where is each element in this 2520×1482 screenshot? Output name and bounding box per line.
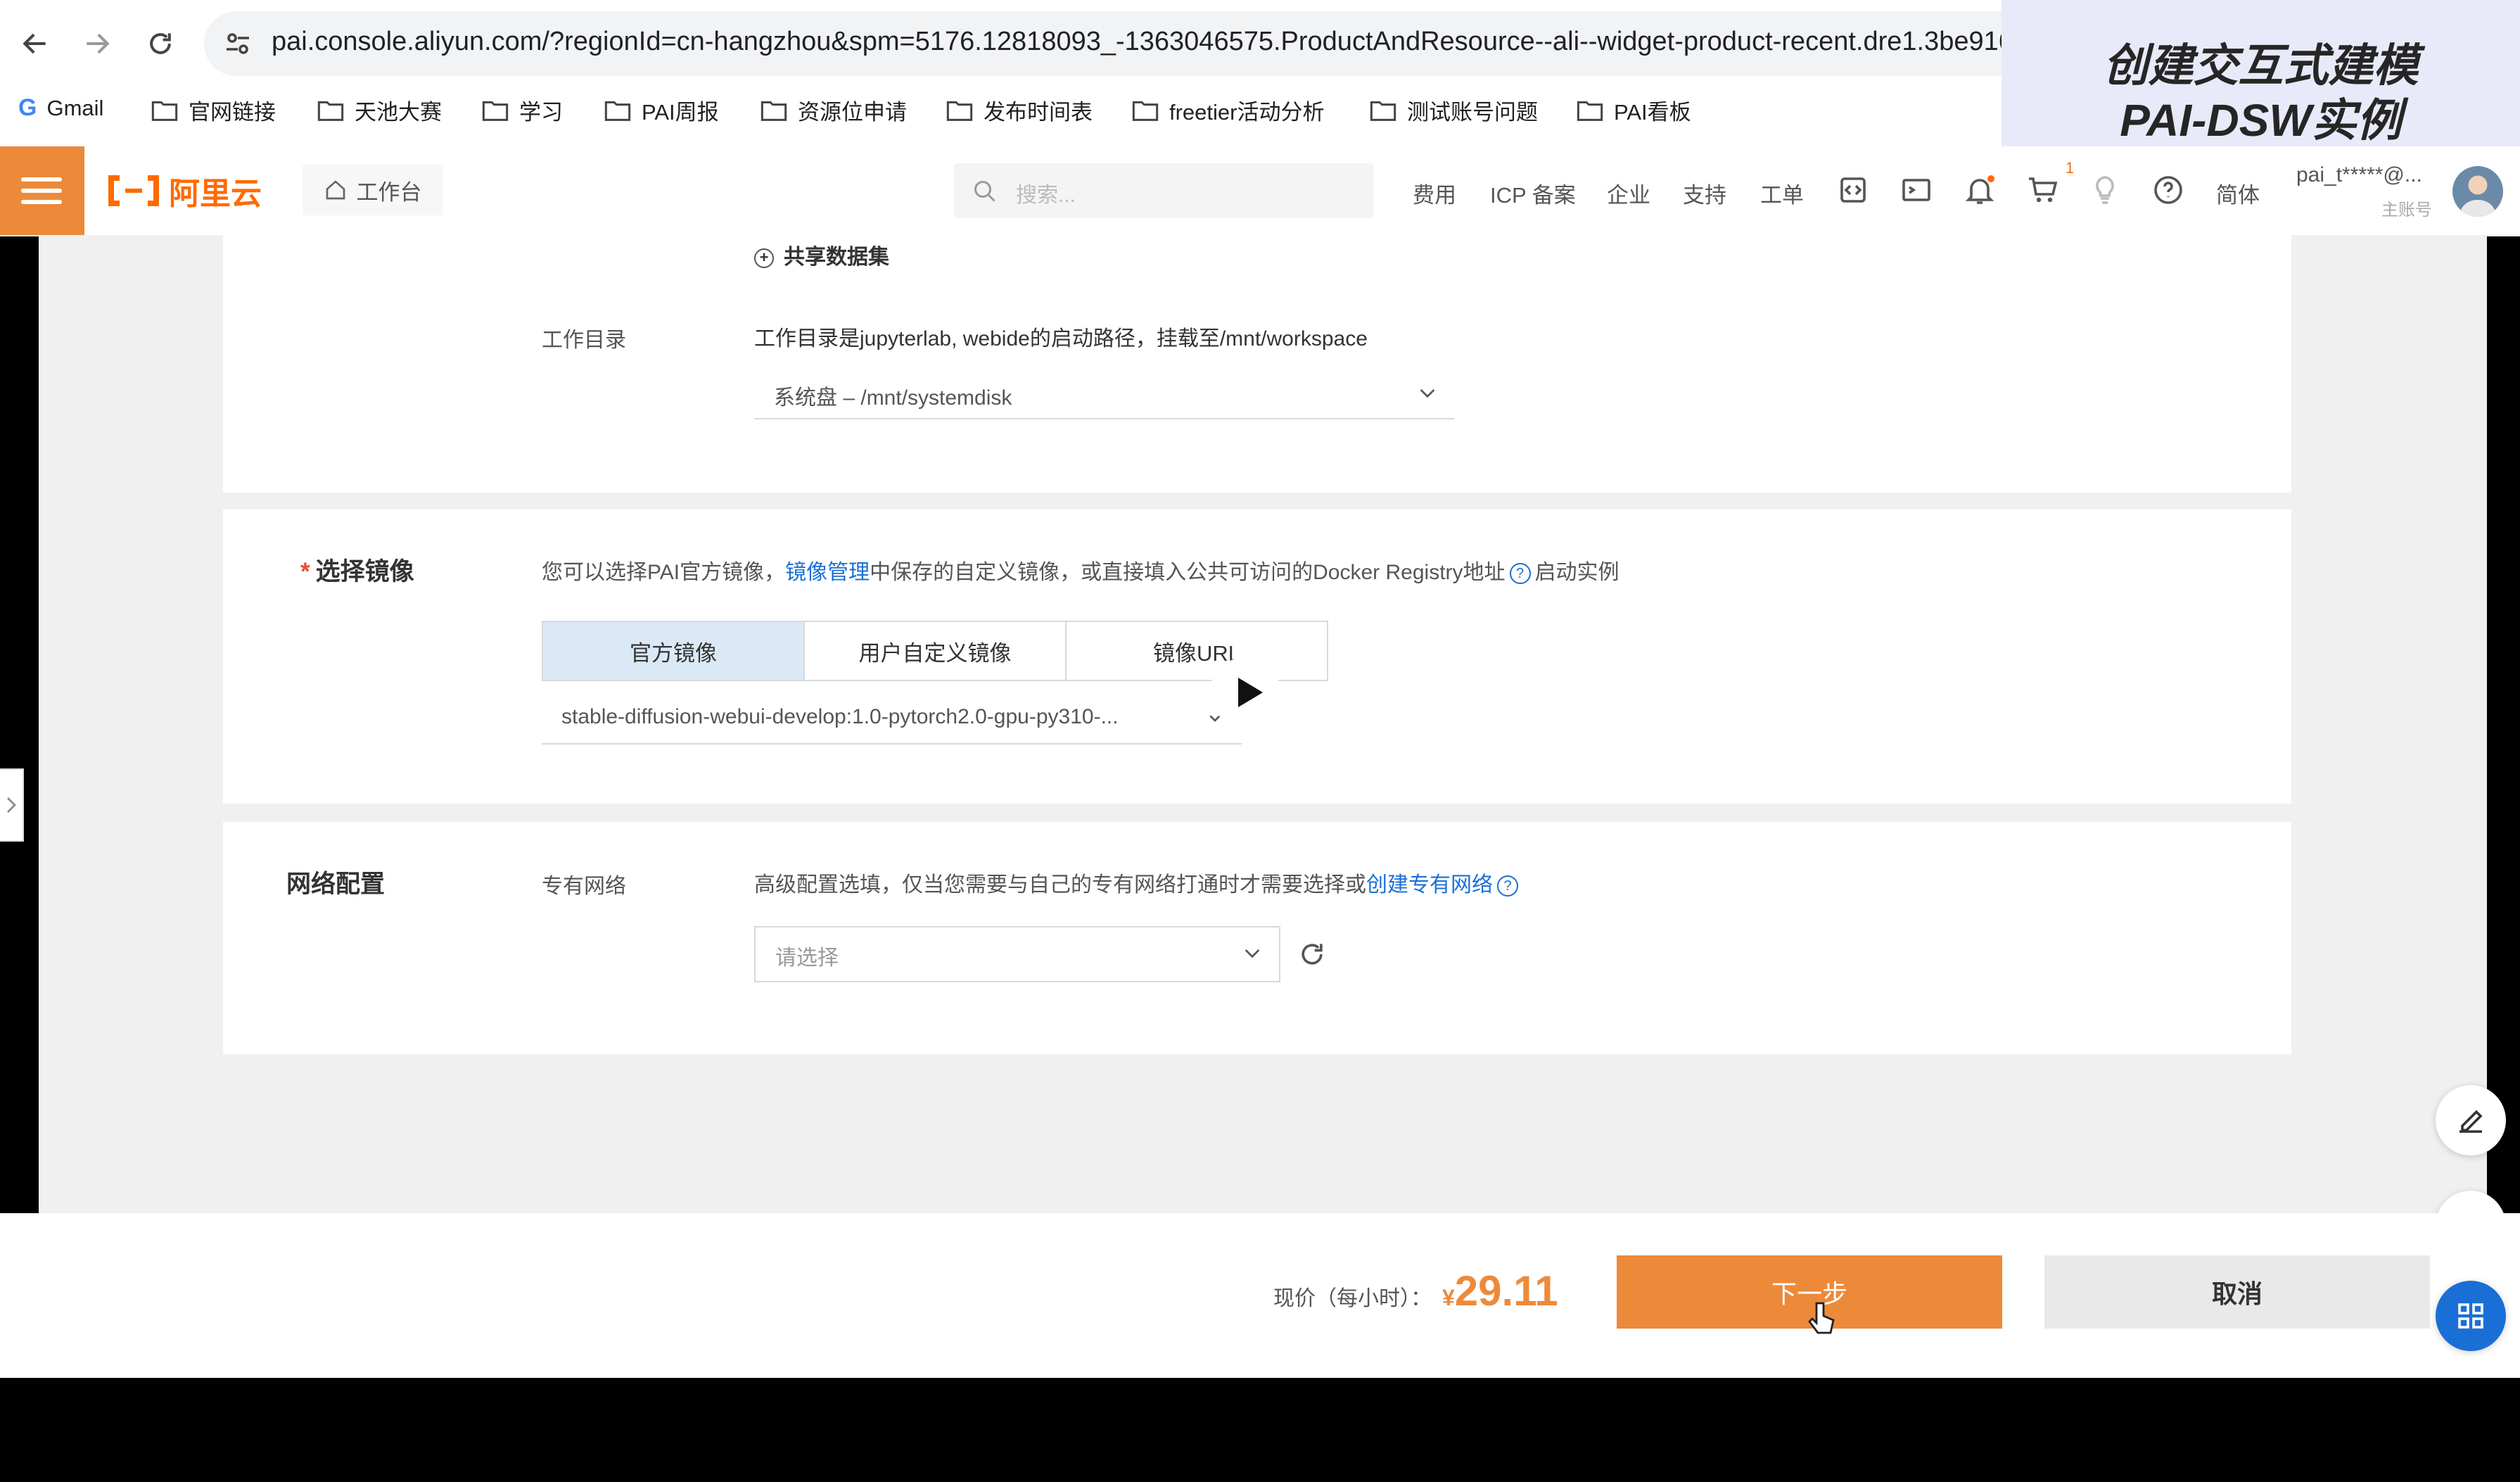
nav-support[interactable]: 支持 — [1683, 177, 1726, 209]
folder-icon — [151, 101, 178, 121]
edit-button[interactable] — [2436, 1085, 2506, 1155]
bookmark-folder[interactable]: freetier活动分析 — [1131, 94, 1324, 126]
lightbulb-icon[interactable] — [2088, 173, 2122, 207]
nav-enterprise[interactable]: 企业 — [1607, 177, 1650, 209]
address-bar[interactable]: pai.console.aliyun.com/?regionId=cn-hang… — [204, 11, 2033, 76]
sidebar-toggle[interactable] — [0, 768, 24, 842]
help-icon[interactable]: ? — [1509, 563, 1531, 585]
cart-icon[interactable] — [2026, 173, 2060, 207]
help-icon[interactable]: ? — [1497, 875, 1518, 897]
site-settings-icon[interactable] — [221, 27, 255, 61]
nav-icp[interactable]: ICP 备案 — [1490, 177, 1576, 209]
folder-icon — [604, 101, 631, 121]
refresh-icon[interactable] — [1297, 939, 1328, 970]
tab-image-url[interactable]: 镜像URL — [1067, 622, 1327, 680]
google-icon: G — [18, 94, 37, 121]
folder-icon — [1577, 101, 1603, 121]
overlay-title-line2: PAI-DSW实例 — [2120, 95, 2402, 146]
url-text: pai.console.aliyun.com/?regionId=cn-hang… — [272, 27, 2013, 56]
image-select[interactable]: stable-diffusion-webui-develop:1.0-pytor… — [542, 692, 1242, 745]
grid-icon — [2458, 1303, 2483, 1329]
image-section-title: * 选择镜像 — [300, 558, 414, 585]
aliyun-logo[interactable]: 阿里云 — [106, 169, 262, 213]
workdir-select[interactable]: 系统盘 – /mnt/systemdisk — [754, 367, 1454, 419]
hamburger-menu-icon[interactable] — [0, 146, 84, 235]
tab-custom-image[interactable]: 用户自定义镜像 — [805, 622, 1067, 680]
workdir-description: 工作目录是jupyterlab, webide的启动路径，挂载至/mnt/wor… — [754, 327, 1368, 350]
folder-icon — [1132, 101, 1159, 121]
nav-fees[interactable]: 费用 — [1413, 177, 1456, 209]
storage-panel: + 共享数据集 工作目录 工作目录是jupyterlab, webide的启动路径… — [223, 235, 2291, 493]
reload-icon[interactable] — [138, 21, 183, 66]
search-input[interactable]: 搜索... — [954, 163, 1373, 218]
back-icon[interactable] — [13, 21, 58, 66]
bookmark-folder[interactable]: PAI周报 — [604, 94, 719, 126]
image-description: 您可以选择PAI官方镜像，镜像管理中保存的自定义镜像，或直接填入公共可访问的Do… — [542, 561, 1619, 585]
bookmark-folder[interactable]: 官网链接 — [151, 94, 276, 126]
folder-icon — [946, 101, 973, 121]
help-icon[interactable] — [2151, 173, 2185, 207]
shared-dataset-button[interactable]: + 共享数据集 — [754, 239, 889, 270]
plus-circle-icon: + — [754, 248, 774, 269]
folder-icon — [482, 101, 509, 121]
vpc-label: 专有网络 — [542, 875, 626, 898]
bookmark-folder[interactable]: 学习 — [481, 94, 563, 126]
bookmark-folder[interactable]: 发布时间表 — [946, 94, 1093, 126]
apps-button[interactable] — [2436, 1281, 2506, 1351]
workbench-button[interactable]: 工作台 — [303, 165, 443, 215]
bookmark-folder[interactable]: 天池大赛 — [317, 94, 442, 126]
image-management-link[interactable]: 镜像管理 — [785, 561, 870, 584]
user-account-name[interactable]: pai_t*****@... — [2296, 163, 2422, 187]
vpc-description: 高级配置选填，仅当您需要与自己的专有网络打通时才需要选择或创建专有网络? — [754, 867, 1522, 898]
folder-icon — [761, 101, 787, 121]
create-vpc-link[interactable]: 创建专有网络 — [1366, 873, 1493, 897]
chevron-down-icon — [1420, 389, 1435, 398]
main-content: + 共享数据集 工作目录 工作目录是jupyterlab, webide的启动路径… — [39, 235, 2487, 1213]
vpc-select[interactable]: 请选择 — [754, 926, 1280, 982]
bell-icon[interactable] — [1963, 173, 1997, 207]
bookmark-gmail[interactable]: G Gmail — [18, 94, 103, 122]
language-switch[interactable]: 简体 — [2216, 177, 2260, 209]
cursor-icon — [1808, 1300, 1836, 1337]
nav-tickets[interactable]: 工单 — [1760, 177, 1804, 209]
folder-icon — [1370, 101, 1396, 121]
home-icon — [326, 180, 345, 200]
forward-icon[interactable] — [75, 21, 120, 66]
search-icon — [974, 181, 995, 202]
bookmark-folder[interactable]: 资源位申请 — [760, 94, 907, 126]
cart-badge: 1 — [2066, 159, 2075, 177]
chevron-down-icon — [1245, 949, 1260, 958]
video-title-overlay: 创建交互式建模 PAI-DSW实例 — [2002, 0, 2520, 152]
pencil-icon — [2459, 1110, 2483, 1133]
image-panel: * 选择镜像 您可以选择PAI官方镜像，镜像管理中保存的自定义镜像，或直接填入公共… — [223, 509, 2291, 804]
play-icon[interactable] — [1210, 657, 1280, 728]
bookmark-folder[interactable]: 测试账号问题 — [1369, 94, 1538, 126]
console-topbar: 阿里云 工作台 搜索... 费用 ICP 备案 企业 支持 工单 1 简体 pa… — [0, 146, 2520, 236]
user-account-type: 主账号 — [2381, 201, 2432, 220]
price-label: 现价（每小时）： — [1273, 1287, 1432, 1310]
image-type-tabs: 官方镜像 用户自定义镜像 镜像URL — [542, 621, 1328, 681]
video-letterbox — [0, 1378, 2520, 1482]
code-icon[interactable] — [1836, 173, 1870, 207]
workdir-label: 工作目录 — [542, 329, 626, 352]
folder-icon — [317, 101, 344, 121]
chevron-right-icon — [7, 797, 16, 813]
tab-official-image[interactable]: 官方镜像 — [543, 622, 805, 680]
footer-bar: 现价（每小时）： ¥29.11 下一步 取消 — [0, 1213, 2520, 1378]
cancel-button[interactable]: 取消 — [2044, 1255, 2430, 1329]
aliyun-logo-icon — [108, 175, 159, 206]
price-value: ¥29.11 — [1442, 1267, 1558, 1315]
terminal-icon[interactable] — [1899, 173, 1933, 207]
network-section-title: 网络配置 — [286, 870, 386, 898]
avatar[interactable] — [2452, 166, 2503, 217]
bookmark-folder[interactable]: PAI看板 — [1576, 94, 1691, 126]
network-panel: 网络配置 专有网络 高级配置选填，仅当您需要与自己的专有网络打通时才需要选择或创… — [223, 822, 2291, 1054]
